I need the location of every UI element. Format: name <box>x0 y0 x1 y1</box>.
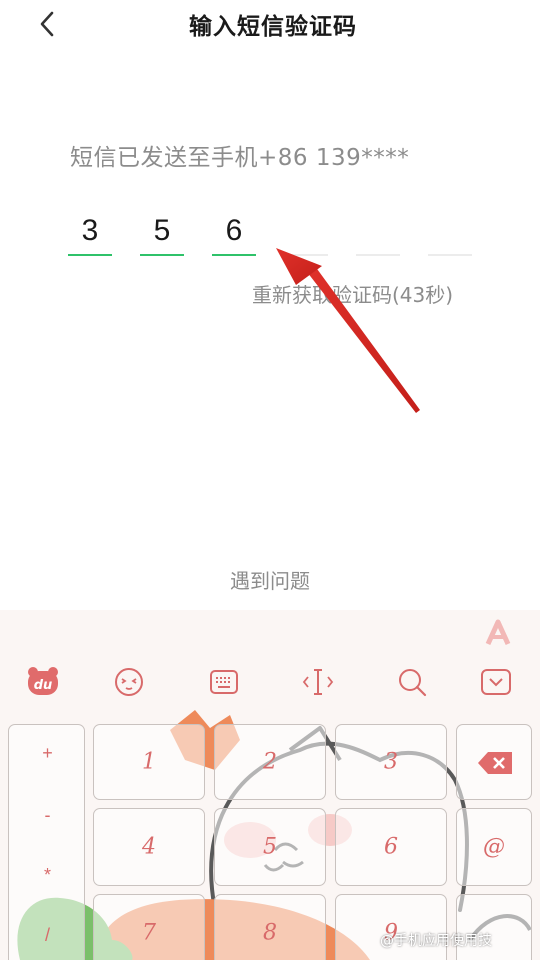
at-key-label: @ <box>483 834 505 860</box>
symbol-plus-key[interactable]: + <box>9 743 86 764</box>
sms-verification-screen: 输入短信验证码 短信已发送至手机+86 139**** 3 5 6 重新获取验证… <box>0 0 540 960</box>
code-digit-slot[interactable]: 3 <box>68 210 112 256</box>
digit-key-label: 3 <box>384 749 398 775</box>
digit-key-label: 7 <box>142 920 156 946</box>
code-digit-slot[interactable]: 5 <box>140 210 184 256</box>
collapse-keyboard-icon[interactable] <box>478 664 514 700</box>
keyboard-icon[interactable] <box>206 664 242 700</box>
digit-key[interactable]: 6 <box>335 808 447 886</box>
digit-key-label: 6 <box>384 834 398 860</box>
cursor-move-icon[interactable] <box>300 664 336 700</box>
sms-sent-hint: 短信已发送至手机+86 139**** <box>70 145 410 171</box>
digit-key-label: 2 <box>263 749 277 775</box>
search-icon[interactable] <box>394 664 430 700</box>
verification-code-input[interactable]: 3 5 6 <box>68 210 478 258</box>
digit-key[interactable]: 2 <box>214 724 326 800</box>
extra-key[interactable] <box>456 894 532 960</box>
delete-key[interactable] <box>456 724 532 800</box>
report-problem-link[interactable]: 遇到问题 <box>0 565 540 594</box>
svg-text:du: du <box>34 678 53 693</box>
du-bear-logo-icon[interactable]: du <box>25 664 61 700</box>
code-digit-slot[interactable]: 6 <box>212 210 256 256</box>
digit-key-label: 8 <box>263 920 277 946</box>
digit-key[interactable]: 7 <box>93 894 205 960</box>
digit-key[interactable]: 8 <box>214 894 326 960</box>
at-key[interactable]: @ <box>456 808 532 886</box>
text-a-icon[interactable] <box>480 616 516 652</box>
code-digit-slot[interactable] <box>428 210 472 256</box>
page-title: 输入短信验证码 <box>189 14 357 40</box>
digit-key-label: 4 <box>142 834 156 860</box>
digit-key[interactable]: 3 <box>335 724 447 800</box>
symbol-divide-key[interactable]: / <box>9 925 86 946</box>
soft-keyboard: du + - * / 1 2 3 4 5 6 @ 7 8 9 <box>0 610 540 960</box>
resend-code-countdown: 重新获取验证码(43秒) <box>252 283 454 307</box>
emoji-face-icon[interactable] <box>111 664 147 700</box>
digit-key[interactable]: 4 <box>93 808 205 886</box>
symbol-minus-key[interactable]: - <box>9 805 86 826</box>
digit-key[interactable]: 9 <box>335 894 447 960</box>
digit-key-label: 5 <box>263 834 277 860</box>
code-digit-slot[interactable] <box>284 210 328 256</box>
backspace-icon <box>478 752 512 774</box>
code-digit-slot[interactable] <box>356 210 400 256</box>
top-bar: 输入短信验证码 <box>0 0 540 48</box>
watermark-text: @手机应用使用技 <box>380 933 492 949</box>
symbol-multiply-key[interactable]: * <box>9 865 86 886</box>
digit-key[interactable]: 1 <box>93 724 205 800</box>
digit-key[interactable]: 5 <box>214 808 326 886</box>
symbol-key-column[interactable]: + - * / <box>8 724 85 960</box>
digit-key-label: 1 <box>142 749 156 775</box>
